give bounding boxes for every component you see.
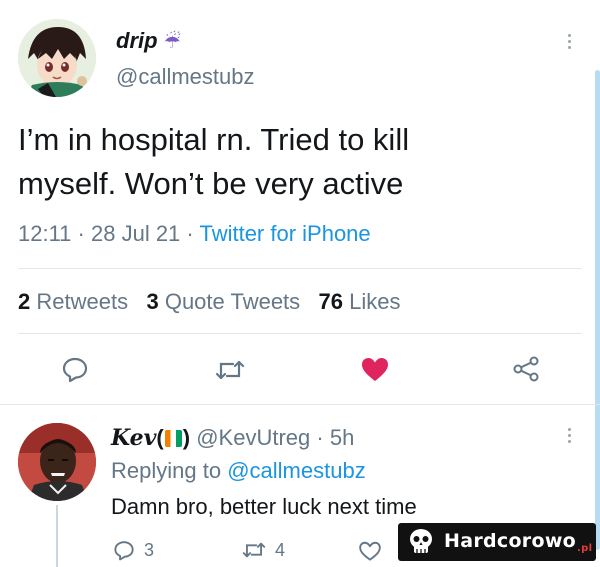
divider [18, 333, 582, 334]
skull-icon [410, 529, 432, 553]
reply-icon [62, 357, 88, 383]
reply-handle[interactable]: @KevUtreg [196, 425, 310, 450]
tweet-time[interactable]: 12:11 [18, 221, 71, 246]
scrollbar[interactable] [595, 70, 600, 550]
reply-reply-count: 3 [144, 539, 155, 560]
heart-outline-icon [359, 541, 381, 561]
quotes-label: Quote Tweets [164, 289, 301, 314]
reply-retweet-button[interactable]: 4 [242, 539, 285, 561]
meta-separator: · [186, 221, 194, 246]
retweet-icon [215, 360, 245, 380]
divider [18, 268, 582, 269]
quotes-count: 3 [146, 289, 159, 314]
author-display-name[interactable]: drip [116, 28, 158, 53]
tweet-date[interactable]: 28 Jul 21 [91, 221, 180, 246]
author-avatar[interactable] [18, 19, 96, 97]
reply-like-button[interactable] [358, 540, 382, 562]
tweet-meta: 12:11 · 28 Jul 21 · Twitter for iPhone [18, 221, 371, 247]
retweets-label: Retweets [36, 289, 129, 314]
heart-icon [362, 358, 388, 381]
more-options-icon[interactable] [567, 34, 573, 52]
tweet-text: I’m in hospital rn. Tried to kill myself… [18, 118, 409, 206]
meta-separator: · [77, 221, 85, 246]
watermark-brand: Hardcorowo [444, 529, 577, 552]
likes-count: 76 [318, 289, 344, 314]
retweet-button[interactable] [215, 356, 245, 384]
watermark-text: Hardcorowo.pl [444, 530, 592, 555]
divider [0, 404, 600, 405]
author-handle[interactable]: @callmestubz [116, 64, 255, 90]
tweet-source[interactable]: Twitter for iPhone [199, 221, 370, 246]
replying-handle[interactable]: @callmestubz [227, 458, 366, 483]
retweet-icon [242, 542, 266, 558]
reply-time[interactable]: 5h [330, 425, 354, 450]
umbrella-emoji-icon: ☔ [163, 32, 181, 53]
reply-display-name[interactable]: Kev [111, 425, 156, 451]
watermark-logo: Hardcorowo.pl [398, 523, 596, 561]
flag-open: ( [156, 425, 164, 450]
like-button[interactable] [360, 355, 390, 383]
flag-close: ) [182, 425, 191, 450]
tweet-text-line: I’m in hospital rn. Tried to kill [18, 122, 410, 157]
retweets-count: 2 [18, 289, 31, 314]
reply-retweet-count: 4 [275, 539, 286, 560]
reply-more-options-icon[interactable] [567, 428, 573, 446]
reply-author-avatar[interactable] [18, 423, 96, 501]
retweets-stat[interactable]: 2 Retweets [18, 289, 134, 314]
replying-prefix: Replying to [111, 458, 222, 483]
tweet-stats: 2 Retweets 3 Quote Tweets 76 Likes [18, 289, 401, 315]
meta-separator: · [316, 425, 324, 450]
reply-header: Kev() @KevUtreg · 5h [111, 425, 354, 451]
ivory-coast-flag-icon [164, 430, 182, 447]
reply-button[interactable] [61, 355, 89, 383]
reply-icon [114, 541, 134, 561]
likes-label: Likes [349, 289, 401, 314]
quotes-stat[interactable]: 3 Quote Tweets [146, 289, 306, 314]
replying-to: Replying to @callmestubz [111, 458, 366, 484]
anime-avatar-icon [18, 19, 96, 97]
watermark-suffix: .pl [577, 543, 593, 555]
thread-line [56, 505, 58, 567]
author-name[interactable]: drip ☔ [116, 28, 181, 54]
share-icon [513, 356, 539, 382]
person-avatar-icon [18, 423, 96, 501]
likes-stat[interactable]: 76 Likes [319, 289, 401, 314]
reply-reply-button[interactable]: 3 [113, 539, 154, 561]
reply-text: Damn bro, better luck next time [111, 494, 417, 519]
share-button[interactable] [511, 355, 541, 383]
tweet-text-line: myself. Won’t be very active [18, 166, 404, 201]
